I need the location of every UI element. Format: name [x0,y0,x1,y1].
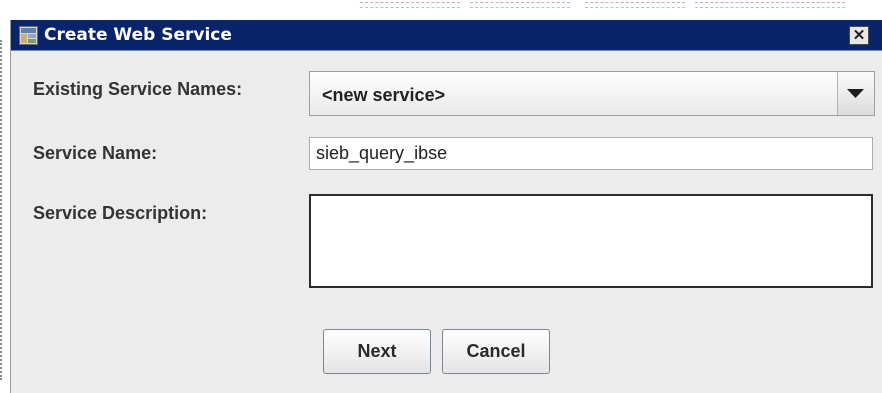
app-window-icon [19,26,38,45]
background-strip [0,0,882,14]
window-edge-marks [0,40,5,380]
cancel-button[interactable]: Cancel [442,329,550,374]
background-decoration [470,2,570,8]
background-decoration [360,2,460,8]
existing-service-names-dropdown[interactable]: <new service> [309,71,875,116]
close-icon: ✕ [852,27,866,44]
create-web-service-dialog: Create Web Service ✕ Existing Service Na… [10,20,882,393]
existing-service-names-label: Existing Service Names: [33,79,243,99]
service-description-textarea[interactable] [309,194,873,288]
dialog-title: Create Web Service [44,25,232,45]
service-name-label: Service Name: [33,143,158,163]
dialog-titlebar[interactable]: Create Web Service ✕ [11,20,882,51]
chevron-down-icon [847,89,864,98]
background-decoration [585,2,685,8]
dropdown-arrow-button[interactable] [837,72,874,115]
service-description-label: Service Description: [33,203,208,223]
service-name-input[interactable]: sieb_query_ibse [309,137,873,170]
background-decoration [695,2,845,8]
next-button[interactable]: Next [323,329,431,374]
close-button[interactable]: ✕ [849,26,869,45]
existing-service-names-value: <new service> [322,85,446,105]
